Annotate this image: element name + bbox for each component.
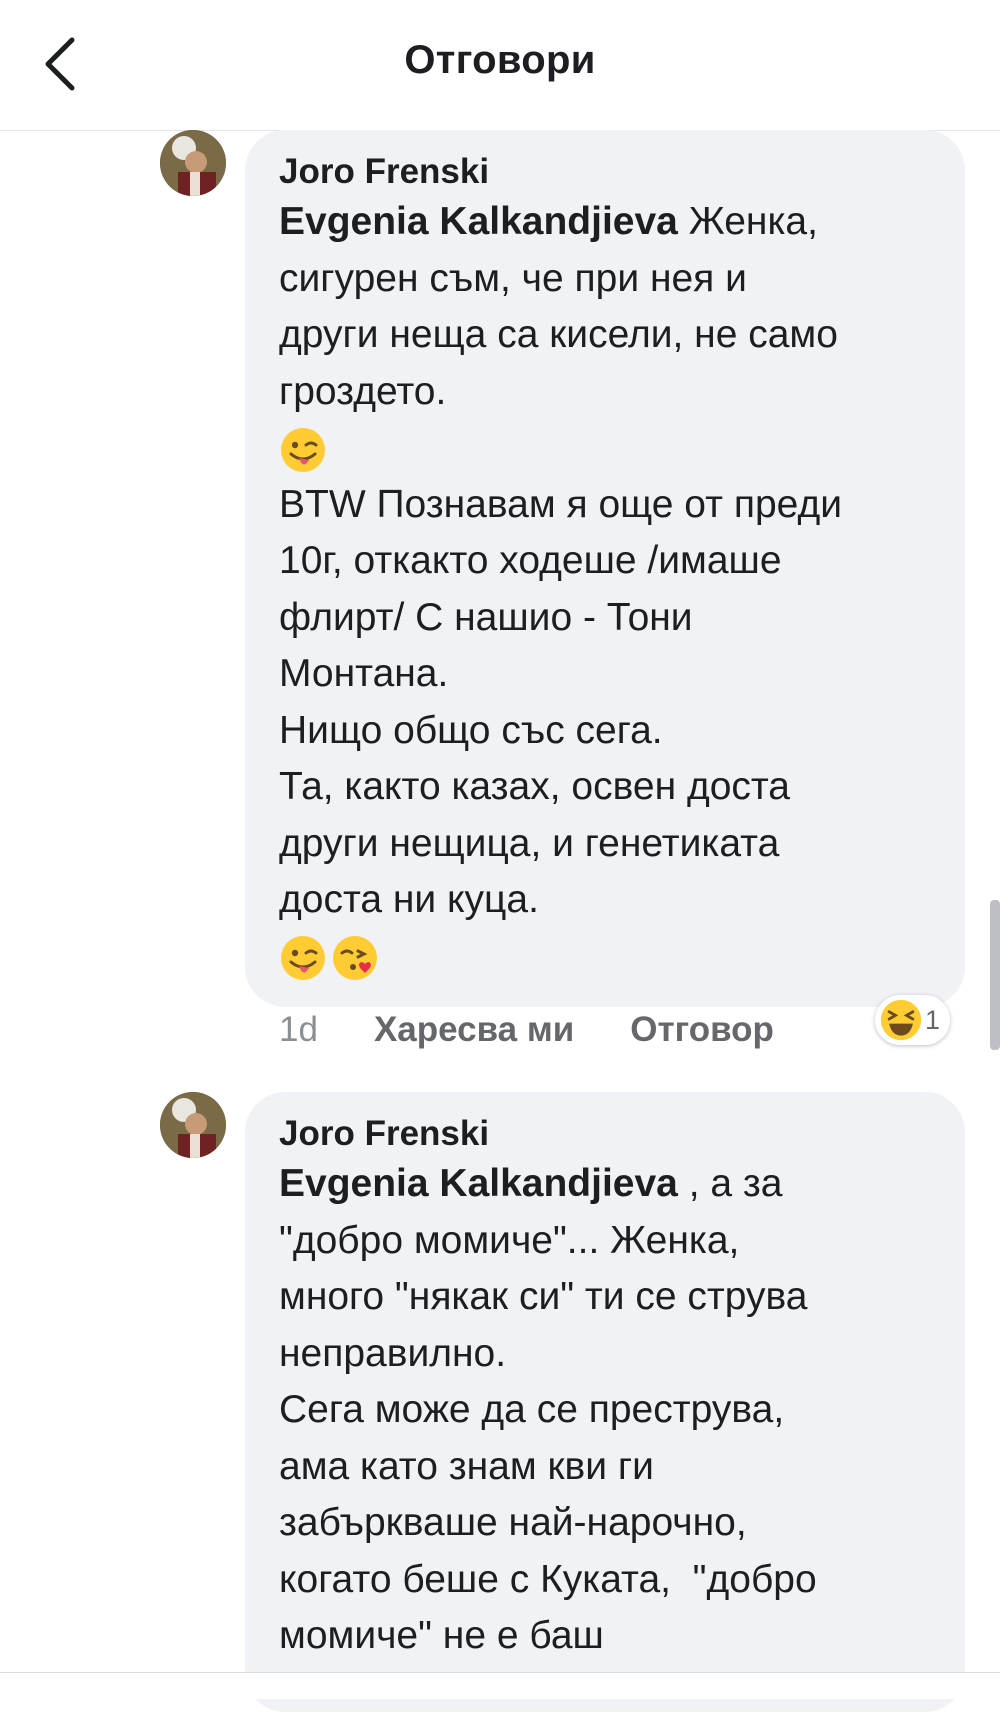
- face-blowing-kiss-icon: [333, 936, 377, 981]
- avatar[interactable]: [160, 130, 226, 196]
- reaction-count: 1: [925, 1004, 941, 1035]
- scrollbar[interactable]: [990, 900, 1000, 1050]
- comment-text-part: , а за "добро момиче"... Женка, много "н…: [279, 1162, 817, 1657]
- comment-text-part: BTW Познавам я още от преди 10г, откакто…: [279, 482, 843, 922]
- top-bar: Отговори: [0, 0, 1000, 131]
- composer-bar: [0, 1672, 1000, 1699]
- mention-link[interactable]: Evgenia Kalkandjieva: [279, 1162, 678, 1205]
- page-title: Отговори: [404, 38, 596, 82]
- like-button[interactable]: Харесва ми: [374, 1010, 574, 1050]
- winking-face-with-tongue-icon: [281, 936, 325, 981]
- emoji-line: [279, 426, 331, 472]
- winking-face-with-tongue-icon: [281, 427, 325, 472]
- comment-author[interactable]: Joro Frenski: [279, 1112, 931, 1156]
- reaction-summary[interactable]: 1: [875, 995, 951, 1045]
- comment-actions: 1d Харесва ми Отговор: [279, 1010, 830, 1050]
- emoji-line: [279, 935, 383, 981]
- avatar[interactable]: [160, 1092, 226, 1158]
- comment-author[interactable]: Joro Frenski: [279, 150, 931, 194]
- comment-bubble: Joro Frenski Evgenia Kalkandjieva , а за…: [245, 1092, 965, 1712]
- reply-button[interactable]: Отговор: [630, 1010, 774, 1050]
- comment-time[interactable]: 1d: [279, 1010, 318, 1050]
- comment-text: Evgenia Kalkandjieva Женка, сигурен съм,…: [279, 194, 931, 985]
- mention-link[interactable]: Evgenia Kalkandjieva: [279, 200, 678, 243]
- comment-bubble: Joro Frenski Evgenia Kalkandjieva Женка,…: [245, 130, 965, 1007]
- comment-text: Evgenia Kalkandjieva , а за "добро момич…: [279, 1156, 931, 1665]
- laughing-face-icon: [880, 999, 922, 1041]
